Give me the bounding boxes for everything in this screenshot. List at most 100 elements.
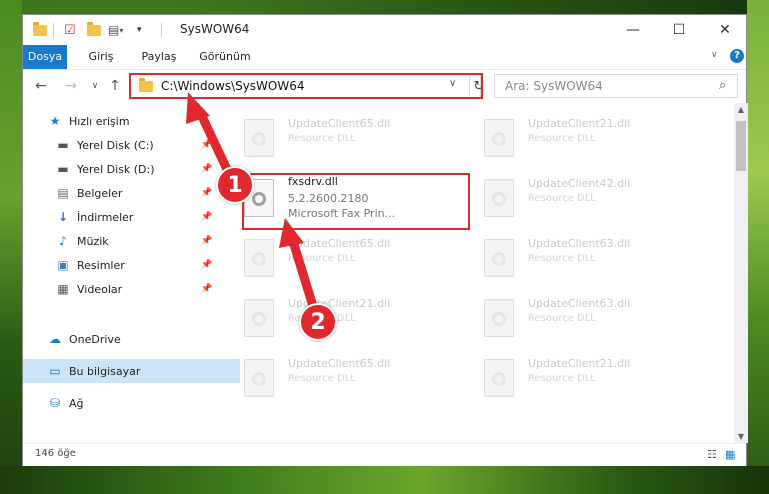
list-item[interactable]: UpdateClient65.dll Resource DLL bbox=[238, 233, 438, 285]
up-button[interactable]: ↑ bbox=[105, 76, 125, 96]
tab-home[interactable]: Giriş bbox=[83, 45, 119, 69]
pin-icon: 📌 bbox=[201, 236, 213, 246]
step-marker-1: 1 bbox=[216, 166, 254, 204]
dll-file-icon bbox=[484, 359, 514, 397]
sidebar-item-pictures[interactable]: ▣ Resimler 📌 bbox=[23, 253, 248, 277]
view-details-icon[interactable]: ▤ ▾ bbox=[108, 22, 123, 38]
dll-file-icon bbox=[484, 119, 514, 157]
sidebar-item-label: Bu bilgisayar bbox=[69, 364, 141, 378]
step-marker-2: 2 bbox=[299, 303, 337, 341]
address-bar[interactable]: C:\Windows\SysWOW64 ∨ ↻ bbox=[130, 74, 484, 98]
file-description: Resource DLL bbox=[528, 313, 596, 324]
minimize-button[interactable]: — bbox=[610, 15, 656, 45]
sidebar-item-disk-c[interactable]: ▬ Yerel Disk (C:) 📌 bbox=[23, 133, 248, 157]
file-list: UpdateClient65.dll Resource DLL UpdateCl… bbox=[238, 103, 732, 443]
sidebar-item-label: Videolar bbox=[77, 282, 123, 296]
pin-icon: 📌 bbox=[201, 164, 213, 174]
pin-icon: 📌 bbox=[201, 140, 213, 150]
folder-icon bbox=[139, 78, 153, 92]
pin-icon: 📌 bbox=[201, 260, 213, 270]
tab-view[interactable]: Görünüm bbox=[197, 45, 253, 69]
expand-ribbon-icon[interactable]: ∨ bbox=[711, 50, 718, 60]
scroll-up-icon[interactable]: ▲ bbox=[734, 105, 748, 114]
desktop-background-left bbox=[0, 0, 22, 494]
help-icon[interactable]: ? bbox=[730, 49, 744, 63]
title-bar: ☑ ▤ ▾ ▾ SysWOW64 — ☐ ✕ bbox=[23, 15, 746, 45]
sidebar-item-music[interactable]: ♪ Müzik 📌 bbox=[23, 229, 248, 253]
file-version: 5.2.2600.2180 bbox=[288, 192, 369, 205]
tab-file[interactable]: Dosya bbox=[23, 45, 67, 69]
list-item[interactable]: UpdateClient65.dll Resource DLL bbox=[238, 113, 438, 165]
dll-file-icon bbox=[484, 239, 514, 277]
list-item[interactable]: UpdateClient21.dll Resource DLL bbox=[478, 113, 678, 165]
dll-file-icon bbox=[484, 299, 514, 337]
tab-share[interactable]: Paylaş bbox=[137, 45, 181, 69]
list-item[interactable]: UpdateClient21.dll Resource DLL bbox=[238, 293, 438, 345]
sidebar-item-label: Belgeler bbox=[77, 186, 123, 200]
back-button[interactable]: ← bbox=[31, 76, 51, 96]
file-description: Resource DLL bbox=[528, 373, 596, 384]
vertical-scrollbar[interactable]: ▲ ▼ bbox=[734, 103, 748, 443]
search-box[interactable]: Ara: SysWOW64 ⌕ bbox=[494, 74, 738, 98]
network-icon: ⛁ bbox=[49, 396, 61, 410]
sidebar-item-this-pc[interactable]: ▭ Bu bilgisayar bbox=[23, 359, 240, 383]
scrollbar-thumb[interactable] bbox=[736, 121, 746, 171]
computer-icon: ▭ bbox=[49, 364, 61, 378]
sidebar-item-label: Yerel Disk (D:) bbox=[77, 162, 155, 176]
status-bar: 146 öğe ☷ ▦ bbox=[23, 443, 746, 466]
refresh-icon[interactable]: ↻ bbox=[469, 76, 488, 96]
file-description: Resource DLL bbox=[528, 193, 596, 204]
desktop-background-bottom bbox=[0, 466, 769, 494]
sidebar-item-label: Yerel Disk (C:) bbox=[77, 138, 154, 152]
address-dropdown-icon[interactable]: ∨ bbox=[449, 78, 456, 89]
video-icon: ▦ bbox=[57, 282, 69, 296]
maximize-button[interactable]: ☐ bbox=[656, 15, 702, 45]
file-description: Resource DLL bbox=[528, 133, 596, 144]
desktop-background-right bbox=[747, 0, 769, 494]
pictures-icon: ▣ bbox=[57, 258, 69, 272]
sidebar-item-onedrive[interactable]: ☁ OneDrive bbox=[23, 327, 240, 351]
customize-quick-access-icon[interactable]: ▾ bbox=[137, 22, 142, 38]
item-count: 146 öğe bbox=[35, 448, 76, 459]
drive-icon: ▬ bbox=[57, 162, 69, 176]
file-description: Resource DLL bbox=[288, 133, 356, 144]
scroll-down-icon[interactable]: ▼ bbox=[734, 432, 748, 441]
file-name: UpdateClient65.dll bbox=[288, 357, 391, 370]
file-name: UpdateClient21.dll bbox=[528, 117, 631, 130]
dll-file-icon bbox=[244, 119, 274, 157]
file-name: UpdateClient21.dll bbox=[528, 357, 631, 370]
sidebar-item-videos[interactable]: ▦ Videolar 📌 bbox=[23, 277, 248, 301]
list-item[interactable]: UpdateClient63.dll Resource DLL bbox=[478, 233, 678, 285]
sidebar-item-quick-access[interactable]: ★ Hızlı erişim bbox=[23, 109, 240, 133]
file-name: UpdateClient63.dll bbox=[528, 237, 631, 250]
sidebar-item-downloads[interactable]: ↓ İndirmeler 📌 bbox=[23, 205, 248, 229]
new-folder-icon[interactable] bbox=[87, 21, 101, 38]
close-button[interactable]: ✕ bbox=[702, 15, 748, 45]
pin-icon: 📌 bbox=[201, 188, 213, 198]
music-icon: ♪ bbox=[59, 234, 67, 248]
cloud-icon: ☁ bbox=[49, 332, 61, 346]
properties-icon[interactable]: ☑ bbox=[64, 22, 76, 38]
details-view-icon[interactable]: ☷ bbox=[707, 448, 721, 461]
sidebar-item-label: Resimler bbox=[77, 258, 125, 272]
list-item[interactable]: UpdateClient42.dll Resource DLL bbox=[478, 173, 678, 225]
star-icon: ★ bbox=[49, 114, 61, 128]
large-icons-view-icon[interactable]: ▦ bbox=[725, 448, 739, 461]
list-item[interactable]: UpdateClient21.dll Resource DLL bbox=[478, 353, 678, 405]
list-item-fxsdrv[interactable]: fxsdrv.dll 5.2.2600.2180 Microsoft Fax P… bbox=[238, 173, 438, 225]
list-item[interactable]: UpdateClient65.dll Resource DLL bbox=[238, 353, 438, 405]
sidebar-item-disk-d[interactable]: ▬ Yerel Disk (D:) 📌 bbox=[23, 157, 248, 181]
search-icon: ⌕ bbox=[719, 78, 727, 93]
forward-button[interactable]: → bbox=[61, 76, 81, 96]
sidebar-item-documents[interactable]: ▤ Belgeler 📌 bbox=[23, 181, 248, 205]
recent-locations-button[interactable]: ∨ bbox=[85, 76, 105, 96]
window-title: SysWOW64 bbox=[180, 22, 250, 36]
sidebar-item-label: Ağ bbox=[69, 396, 84, 410]
pin-icon: 📌 bbox=[201, 212, 213, 222]
address-path: C:\Windows\SysWOW64 bbox=[161, 79, 305, 93]
sidebar-item-network[interactable]: ⛁ Ağ bbox=[23, 391, 240, 415]
file-name: UpdateClient65.dll bbox=[288, 117, 391, 130]
list-item[interactable]: UpdateClient63.dll Resource DLL bbox=[478, 293, 678, 345]
separator bbox=[161, 22, 162, 38]
dll-file-icon bbox=[244, 239, 274, 277]
